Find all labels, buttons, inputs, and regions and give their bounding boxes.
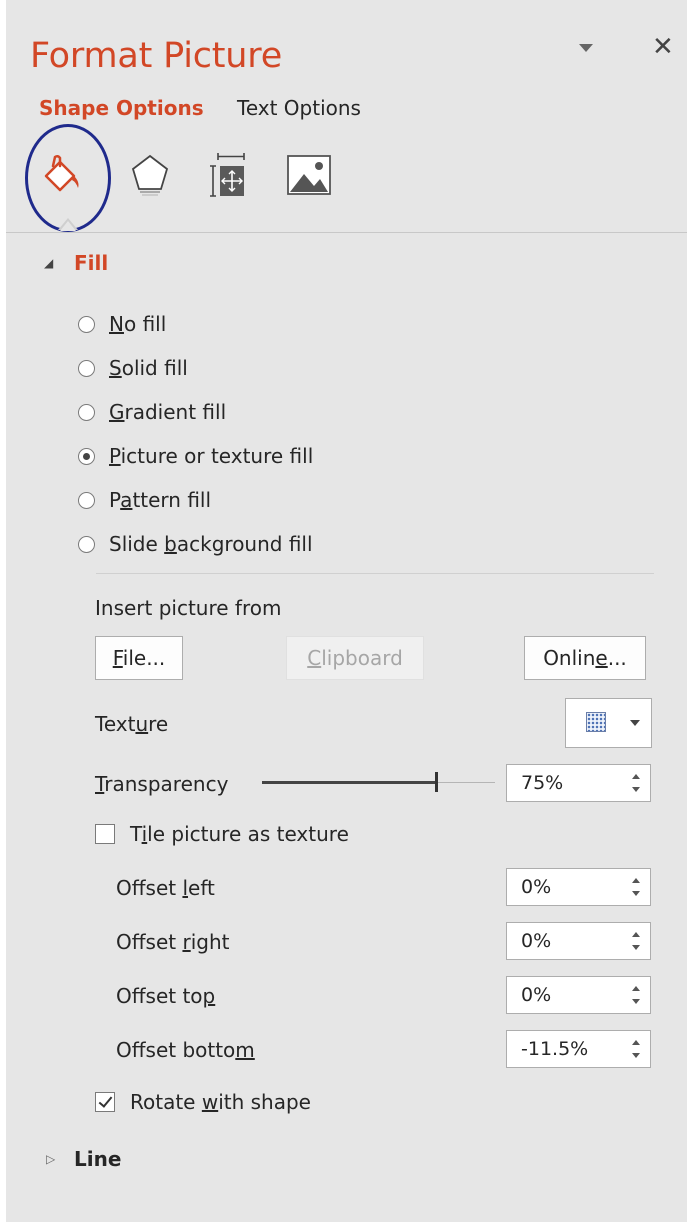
tab-text-options[interactable]: Text Options <box>237 96 361 120</box>
spinner-value: 0% <box>521 930 552 952</box>
radio-gradient-fill[interactable]: Gradient fill <box>78 397 226 427</box>
offset-bottom-label: Offset bottom <box>116 1038 255 1062</box>
spinner-value: -11.5% <box>521 1038 589 1060</box>
radio-button[interactable] <box>78 403 95 421</box>
spin-up-icon[interactable] <box>632 986 640 991</box>
spin-down-icon[interactable] <box>632 787 640 792</box>
transparency-slider-fill[interactable] <box>262 781 437 784</box>
button-label: File... <box>112 646 166 670</box>
spin-up-icon[interactable] <box>632 932 640 937</box>
offset-top-label: Offset top <box>116 984 216 1008</box>
transparency-label: Transparency <box>95 772 229 796</box>
picture-icon[interactable] <box>282 148 338 204</box>
spin-up-icon[interactable] <box>632 774 640 779</box>
chevron-down-icon <box>630 720 640 726</box>
radio-picture-or-texture-fill[interactable]: Picture or texture fill <box>78 441 313 471</box>
divider <box>96 573 654 574</box>
radio-pattern-fill[interactable]: Pattern fill <box>78 485 211 515</box>
radio-label: Solid fill <box>109 356 188 380</box>
size-properties-icon[interactable] <box>202 148 258 204</box>
expand-triangle-icon[interactable]: ▷ <box>46 1152 55 1166</box>
texture-swatch-icon <box>586 712 606 732</box>
radio-label: No fill <box>109 312 167 336</box>
texture-dropdown[interactable] <box>565 698 652 748</box>
radio-label: Slide background fill <box>109 532 313 556</box>
spin-up-icon[interactable] <box>632 878 640 883</box>
spin-down-icon[interactable] <box>632 945 640 950</box>
close-icon[interactable]: ✕ <box>652 34 674 60</box>
offset-left-label: Offset left <box>116 876 215 900</box>
spin-down-icon[interactable] <box>632 1053 640 1058</box>
button-label: Online... <box>543 646 627 670</box>
spin-up-icon[interactable] <box>632 1040 640 1045</box>
radio-label: Gradient fill <box>109 400 227 424</box>
selected-tab-caret-inner <box>60 221 76 231</box>
task-pane-options-icon[interactable] <box>579 44 593 52</box>
insert-picture-from-label: Insert picture from <box>95 596 282 620</box>
radio-button[interactable] <box>78 315 95 333</box>
spin-down-icon[interactable] <box>632 999 640 1004</box>
radio-button[interactable] <box>78 359 95 377</box>
file-button[interactable]: File... <box>95 636 183 680</box>
spin-down-icon[interactable] <box>632 891 640 896</box>
divider <box>6 232 687 233</box>
spinner-value: 75% <box>521 772 564 794</box>
radio-no-fill[interactable]: No fill <box>78 309 166 339</box>
spinner-value: 0% <box>521 876 552 898</box>
radio-button[interactable] <box>78 447 95 465</box>
radio-label: Pattern fill <box>109 488 212 512</box>
button-label: Clipboard <box>307 646 403 670</box>
rotate-with-shape-checkbox[interactable] <box>95 1092 115 1112</box>
offset-left-spinner[interactable]: 0% <box>506 868 651 906</box>
offset-right-spinner[interactable]: 0% <box>506 922 651 960</box>
transparency-spinner[interactable]: 75% <box>506 764 651 802</box>
pane-title: Format Picture <box>30 36 283 76</box>
transparency-slider-thumb[interactable] <box>435 772 438 792</box>
radio-button[interactable] <box>78 491 95 509</box>
texture-label: Texture <box>95 712 169 736</box>
clipboard-button[interactable]: Clipboard <box>286 636 424 680</box>
offset-top-spinner[interactable]: 0% <box>506 976 651 1014</box>
offset-right-label: Offset right <box>116 930 230 954</box>
offset-bottom-spinner[interactable]: -11.5% <box>506 1030 651 1068</box>
collapse-triangle-icon[interactable]: ◢ <box>44 256 53 270</box>
fill-section-header[interactable]: Fill <box>74 251 108 275</box>
radio-solid-fill[interactable]: Solid fill <box>78 353 188 383</box>
transparency-slider-track[interactable] <box>437 782 495 783</box>
tile-picture-label: Tile picture as texture <box>130 822 349 846</box>
radio-label: Picture or texture fill <box>109 444 314 468</box>
rotate-with-shape-label: Rotate with shape <box>130 1090 311 1114</box>
radio-button[interactable] <box>78 535 95 553</box>
effects-icon[interactable] <box>122 148 178 204</box>
online-button[interactable]: Online... <box>524 636 646 680</box>
line-section-header[interactable]: Line <box>74 1147 121 1171</box>
spinner-value: 0% <box>521 984 552 1006</box>
highlight-ring <box>25 124 111 232</box>
radio-slide-background-fill[interactable]: Slide background fill <box>78 529 313 559</box>
tab-shape-options[interactable]: Shape Options <box>39 96 204 120</box>
format-picture-pane: Format Picture ✕ Shape Options Text Opti… <box>6 0 687 1222</box>
tile-picture-checkbox[interactable] <box>95 824 115 844</box>
